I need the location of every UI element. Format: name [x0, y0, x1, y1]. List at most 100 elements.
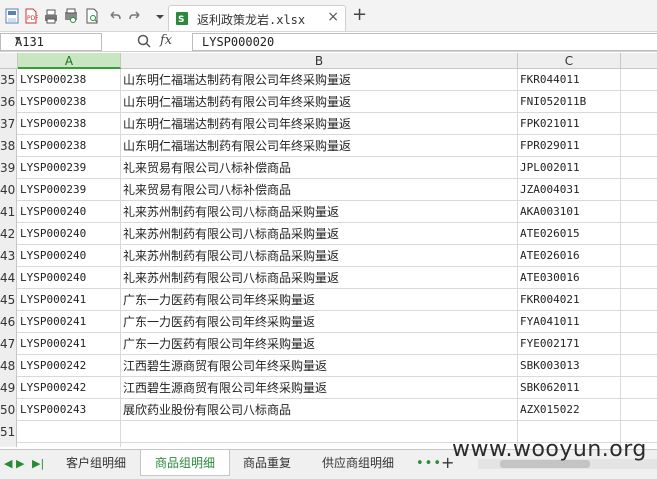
cell-product-group-code[interactable]: LYSP000243	[18, 399, 121, 421]
cell-product-group-name[interactable]: 礼来贸易有限公司八标补偿商品	[121, 157, 518, 179]
more-sheets-icon[interactable]: •••	[416, 456, 442, 471]
cell-product-code[interactable]: AZX015022	[518, 399, 621, 421]
find-icon[interactable]	[85, 8, 99, 24]
cell-empty[interactable]	[621, 245, 657, 267]
cell-empty[interactable]	[621, 157, 657, 179]
cell-product-group-code[interactable]: LYSP000238	[18, 113, 121, 135]
dropdown-icon[interactable]	[153, 8, 167, 24]
cell-empty[interactable]	[621, 399, 657, 421]
close-tab-icon[interactable]: ×	[327, 9, 339, 25]
select-all-corner[interactable]	[0, 53, 18, 69]
cell-product-group-name[interactable]: 山东明仁福瑞达制药有限公司年终采购量返	[121, 91, 518, 113]
row-header[interactable]: 49	[0, 377, 17, 399]
cell-product-code[interactable]: FYE002171	[518, 333, 621, 355]
cell-empty[interactable]	[621, 267, 657, 289]
redo-icon[interactable]	[128, 8, 142, 24]
chevron-down-icon[interactable]: ▼	[15, 35, 97, 45]
cell-product-group-code[interactable]: LYSP000240	[18, 267, 121, 289]
cell-empty[interactable]	[621, 179, 657, 201]
formula-input[interactable]: LYSP000020	[192, 33, 657, 51]
cell-empty[interactable]	[621, 69, 657, 91]
cell-product-group-name[interactable]: 礼来苏州制药有限公司八标商品采购量返	[121, 245, 518, 267]
cell-empty[interactable]	[621, 333, 657, 355]
cell-product-code[interactable]: SBK003013	[518, 355, 621, 377]
row-header[interactable]: 51	[0, 421, 17, 443]
row-header[interactable]: 39	[0, 157, 17, 179]
sheet-tab-customers[interactable]: 客户组明细	[54, 450, 138, 476]
row-header[interactable]: 50	[0, 399, 17, 421]
cell-product-group-code[interactable]	[18, 421, 121, 443]
cell-product-group-name[interactable]: 广东一力医药有限公司年终采购量返	[121, 311, 518, 333]
cell-product-group-code[interactable]: LYSP000242	[18, 355, 121, 377]
cell-product-group-code[interactable]: LYSP000238	[18, 135, 121, 157]
cell-product-code[interactable]: FKR004021	[518, 289, 621, 311]
cell-empty[interactable]	[621, 355, 657, 377]
cell-empty[interactable]	[621, 201, 657, 223]
cell-product-code[interactable]: JZA004031	[518, 179, 621, 201]
row-header[interactable]: 46	[0, 311, 17, 333]
cell-product-code[interactable]: ATE026016	[518, 245, 621, 267]
sheet-tab-products[interactable]: 商品组明细	[140, 450, 230, 476]
first-sheet-icon[interactable]: ◀	[4, 457, 12, 470]
pdf-icon[interactable]: PDF	[24, 8, 38, 24]
cell-product-group-name[interactable]: 礼来苏州制药有限公司八标商品采购量返	[121, 201, 518, 223]
row-header[interactable]: 45	[0, 289, 17, 311]
row-header[interactable]: 47	[0, 333, 17, 355]
cell-product-group-name[interactable]: 展欣药业股份有限公司八标商品	[121, 399, 518, 421]
column-header-a[interactable]: A	[18, 53, 121, 69]
cell-product-group-code[interactable]: LYSP000239	[18, 179, 121, 201]
undo-icon[interactable]	[108, 8, 122, 24]
cell-product-group-name[interactable]: 山东明仁福瑞达制药有限公司年终采购量返	[121, 69, 518, 91]
cell-product-group-code[interactable]: LYSP000239	[18, 157, 121, 179]
name-box[interactable]: A131 ▼	[0, 33, 102, 51]
row-header[interactable]: 41	[0, 201, 17, 223]
row-header[interactable]: 42	[0, 223, 17, 245]
column-header-b[interactable]: B	[121, 53, 518, 69]
cell-product-group-code[interactable]: LYSP000240	[18, 201, 121, 223]
cell-product-group-code[interactable]: LYSP000241	[18, 289, 121, 311]
row-header[interactable]: 44	[0, 267, 17, 289]
function-icon[interactable]: fx	[160, 33, 172, 48]
cell-product-group-name[interactable]: 礼来贸易有限公司八标补偿商品	[121, 179, 518, 201]
save-icon[interactable]	[5, 8, 19, 24]
cell-product-code[interactable]: FPK021011	[518, 113, 621, 135]
cell-product-group-name[interactable]: 山东明仁福瑞达制药有限公司年终采购量返	[121, 113, 518, 135]
cell-product-group-code[interactable]: LYSP000242	[18, 377, 121, 399]
cell-empty[interactable]	[621, 91, 657, 113]
cell-product-group-code[interactable]: LYSP000241	[18, 333, 121, 355]
cell-product-group-code[interactable]	[18, 443, 121, 447]
last-sheet-icon[interactable]: ▶	[16, 457, 24, 470]
print-icon[interactable]	[44, 8, 58, 24]
row-header[interactable]: 43	[0, 245, 17, 267]
cell-product-code[interactable]: SBK062011	[518, 377, 621, 399]
cell-empty[interactable]	[621, 289, 657, 311]
sheet-tab-duplicates[interactable]: 商品重复	[232, 450, 302, 476]
sheet-tab-suppliers[interactable]: 供应商组明细	[306, 450, 410, 476]
cell-product-group-name[interactable]: 礼来苏州制药有限公司八标商品采购量返	[121, 223, 518, 245]
cell-product-group-name[interactable]: 广东一力医药有限公司年终采购量返	[121, 333, 518, 355]
zoom-search-icon[interactable]	[137, 34, 151, 48]
row-header[interactable]: 35	[0, 69, 17, 91]
file-tab[interactable]: S 返利政策龙岩.xlsx ×	[168, 5, 346, 31]
cell-product-group-name[interactable]: 江西碧生源商贸有限公司年终采购量返	[121, 355, 518, 377]
new-tab-button[interactable]: +	[352, 5, 367, 25]
cell-product-code[interactable]: FNI052011B	[518, 91, 621, 113]
cell-empty[interactable]	[621, 311, 657, 333]
cell-product-code[interactable]: FYA041011	[518, 311, 621, 333]
cell-product-code[interactable]: FKR044011	[518, 69, 621, 91]
cell-product-group-name[interactable]: 山东明仁福瑞达制药有限公司年终采购量返	[121, 135, 518, 157]
cell-product-code[interactable]: ATE026015	[518, 223, 621, 245]
cell-product-code[interactable]: JPL002011	[518, 157, 621, 179]
row-header[interactable]: 38	[0, 135, 17, 157]
row-header[interactable]: 48	[0, 355, 17, 377]
column-header-d[interactable]	[621, 53, 657, 69]
row-header[interactable]: 37	[0, 113, 17, 135]
scroll-end-icon[interactable]: ▶|	[32, 457, 44, 470]
cell-product-code[interactable]: ATE030016	[518, 267, 621, 289]
cell-product-code[interactable]: AKA003101	[518, 201, 621, 223]
cell-empty[interactable]	[621, 223, 657, 245]
cell-product-group-code[interactable]: LYSP000238	[18, 69, 121, 91]
print-preview-icon[interactable]	[64, 8, 78, 24]
cell-product-code[interactable]: FPR029011	[518, 135, 621, 157]
row-header[interactable]: 36	[0, 91, 17, 113]
